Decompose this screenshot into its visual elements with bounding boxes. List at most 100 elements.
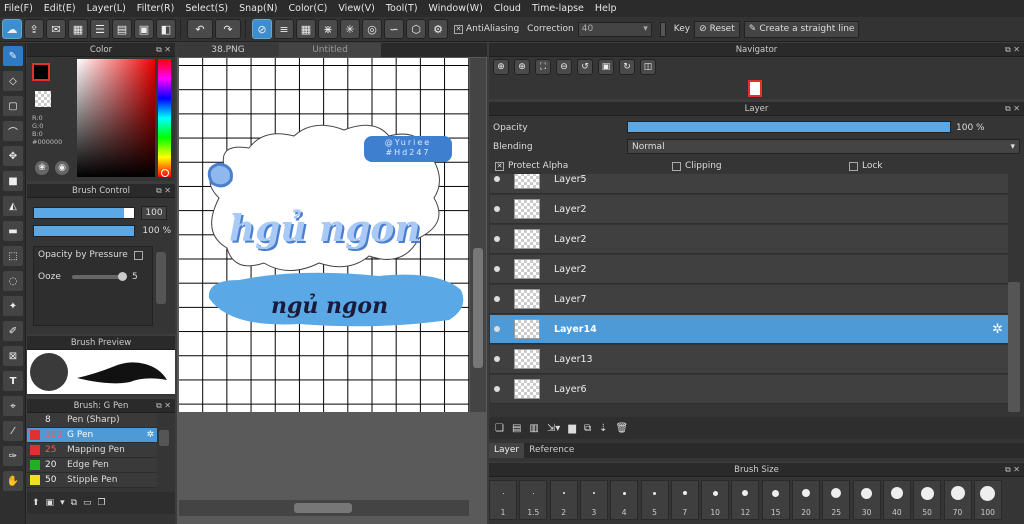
redo-icon[interactable]: ↷ [215, 19, 241, 39]
layer-row-selected[interactable]: Layer14 ✲ [490, 315, 1008, 344]
zoom-fit-icon[interactable]: ⊕ [493, 59, 509, 75]
brush-size-cell[interactable]: 25 [822, 480, 851, 520]
select-tool-icon[interactable]: ⬚ [3, 246, 23, 266]
gear-icon[interactable]: ✲ [146, 430, 154, 440]
menu-tool[interactable]: Tool(T) [386, 3, 418, 14]
color-picker-icon[interactable]: ◉ [55, 161, 69, 175]
select-rect-tool-icon[interactable]: ▢ [3, 96, 23, 116]
eye-icon[interactable] [494, 326, 500, 332]
rotate-right-icon[interactable]: ↻ [619, 59, 635, 75]
copy-icon[interactable]: ⧉ [71, 498, 77, 508]
snap-radial-icon[interactable]: ✳ [340, 19, 360, 39]
brush-size-value[interactable]: 100 [141, 206, 167, 220]
brush-size-cell[interactable]: 20 [792, 480, 820, 520]
opacity-by-pressure-option[interactable]: Opacity by Pressure [38, 250, 143, 260]
vertical-scrollbar[interactable] [470, 58, 486, 412]
list-icon[interactable]: ☰ [90, 19, 110, 39]
protect-alpha-option[interactable]: ✕ Protect Alpha [495, 161, 568, 171]
brush-size-cell[interactable]: 7 [670, 480, 699, 520]
flip-icon[interactable]: ◫ [640, 59, 656, 75]
menu-view[interactable]: View(V) [338, 3, 374, 14]
lock-option[interactable]: Lock [849, 161, 883, 171]
panel-window-icons[interactable]: ⧉ ✕ [156, 184, 171, 198]
panel-window-icons[interactable]: ⧉ ✕ [1005, 102, 1020, 116]
antialiasing-toggle[interactable]: ✕ AntiAliasing [454, 24, 519, 34]
gradient-tool-icon[interactable]: ▬ [3, 221, 23, 241]
undo-icon[interactable]: ↶ [187, 19, 213, 39]
brush-size-cell[interactable]: 50 [913, 480, 942, 520]
correction-select[interactable]: 40 ▾ [577, 21, 652, 37]
ooze-slider[interactable] [72, 272, 127, 281]
snap-3d-icon[interactable]: ⬡ [406, 19, 426, 39]
hand-tool-icon[interactable]: ✋ [3, 471, 23, 491]
layer-scrollbar[interactable] [1008, 282, 1020, 412]
panel-window-icons[interactable]: ⧉ ✕ [156, 43, 171, 57]
brush-item[interactable]: 25 Mapping Pen [27, 443, 157, 458]
snap-curve-icon[interactable]: ∽ [384, 19, 404, 39]
scrollbar-thumb[interactable] [473, 248, 483, 368]
layer-row[interactable]: Layer2 [490, 255, 1008, 284]
duplicate-icon[interactable]: ❐ [98, 498, 106, 508]
layout-icon[interactable]: ▤ [112, 19, 132, 39]
menu-layer[interactable]: Layer(L) [87, 3, 126, 14]
actual-size-icon[interactable]: ▣ [598, 59, 614, 75]
brush-size-cell[interactable]: 2 [549, 480, 578, 520]
brush-size-cell[interactable]: 3 [579, 480, 608, 520]
clipping-checkbox[interactable] [672, 161, 681, 171]
menu-color[interactable]: Color(C) [289, 3, 328, 14]
select-pen-icon[interactable]: ✐ [3, 321, 23, 341]
pen-tool-icon[interactable]: ✑ [3, 446, 23, 466]
hue-handle[interactable] [161, 169, 169, 177]
brush-size-slider[interactable] [33, 207, 135, 219]
snap-off-icon[interactable]: ⊘ [252, 19, 272, 39]
zoom-in-icon[interactable]: ⊕ [514, 59, 530, 75]
tab-untitled[interactable]: Untitled [279, 43, 381, 57]
panel-window-icons[interactable]: ⧉ ✕ [1005, 43, 1020, 57]
menu-timelapse[interactable]: Time-lapse [532, 3, 584, 14]
straight-line-button[interactable]: ✎ Create a straight line [743, 20, 860, 38]
lasso-select-icon[interactable]: ◌ [3, 271, 23, 291]
tab-layer[interactable]: Layer [489, 443, 525, 458]
new-layer-1bit-icon[interactable]: ▥ [529, 423, 538, 434]
eye-icon[interactable] [494, 206, 500, 212]
slider-handle[interactable] [124, 208, 134, 218]
layer-row[interactable]: Layer5 [490, 174, 1008, 194]
fit-screen-icon[interactable]: ⛶ [535, 59, 551, 75]
brush-size-cell[interactable]: 12 [731, 480, 760, 520]
brush-size-cell[interactable]: 70 [943, 480, 972, 520]
brush-size-cell[interactable]: 5 [640, 480, 669, 520]
snap-parallel-icon[interactable]: ≡ [274, 19, 294, 39]
saturation-value-picker[interactable] [77, 59, 155, 177]
scrollbar[interactable] [156, 252, 166, 304]
menu-cloud[interactable]: Cloud [494, 3, 521, 14]
brush-size-cell[interactable]: 10 [701, 480, 730, 520]
palette-icon[interactable]: ❀ [35, 161, 49, 175]
brush-size-cell[interactable]: 4 [610, 480, 639, 520]
brush-size-cell[interactable]: 30 [852, 480, 881, 520]
lasso-tool-icon[interactable]: ⌒ [3, 121, 23, 141]
navigator-thumbnail[interactable] [748, 80, 762, 97]
brush-size-cell[interactable]: 15 [761, 480, 790, 520]
hue-slider[interactable] [158, 59, 171, 177]
scrollbar[interactable] [159, 430, 169, 446]
duplicate-layer-icon[interactable]: ⧉ [584, 423, 591, 434]
layer-row[interactable]: Layer6 [490, 375, 1008, 404]
brush-size-cell[interactable]: 40 [882, 480, 911, 520]
new-layer-8bit-icon[interactable]: ▤ [512, 423, 521, 434]
checkbox[interactable]: ✕ [454, 24, 463, 34]
layer-row[interactable]: Layer2 [490, 195, 1008, 224]
snap-settings-icon[interactable]: ⚙ [428, 19, 448, 39]
eye-icon[interactable] [494, 176, 500, 182]
panel-window-icons[interactable]: ⧉ ✕ [156, 399, 171, 413]
eyedropper-tool-icon[interactable]: ⁄ [3, 421, 23, 441]
layer-row[interactable]: Layer7 [490, 285, 1008, 314]
layer-row[interactable]: Layer2 [490, 225, 1008, 254]
layer-opacity-slider[interactable] [627, 121, 951, 133]
brush-size-cell[interactable]: 100 [973, 480, 1002, 520]
panel-icon[interactable]: ◧ [156, 19, 176, 39]
menu-edit[interactable]: Edit(E) [44, 3, 76, 14]
foreground-color-swatch[interactable] [32, 63, 50, 81]
slider-handle[interactable] [118, 272, 127, 281]
add-layer-menu-icon[interactable]: ⇲▾ [547, 423, 560, 434]
menu-window[interactable]: Window(W) [429, 3, 483, 14]
